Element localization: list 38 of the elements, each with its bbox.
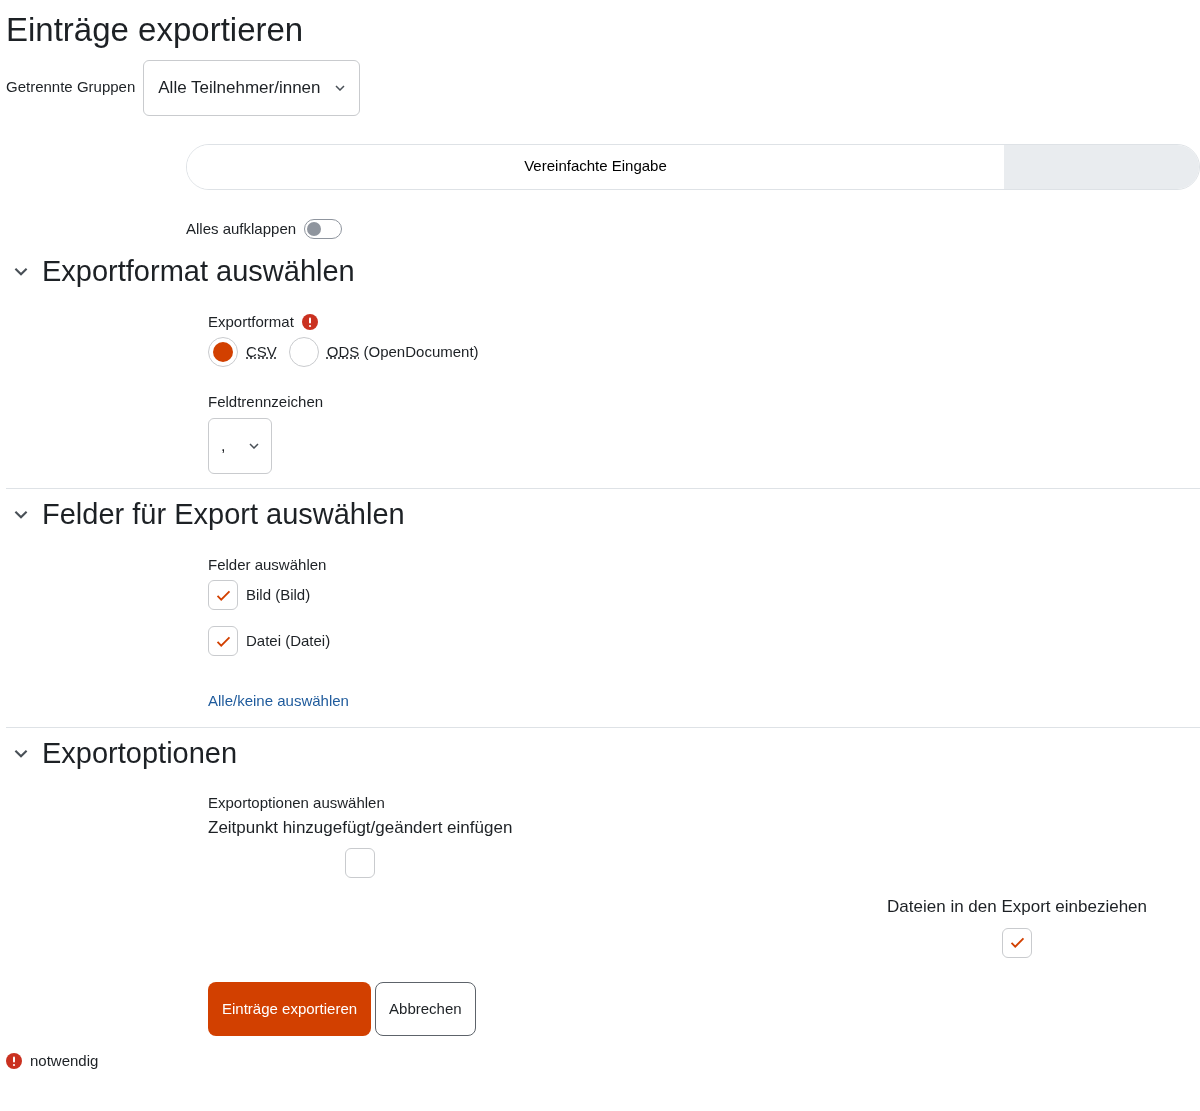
- field-label: Exportoptionen auswählen: [208, 793, 386, 814]
- select-all-link[interactable]: Alle/keine auswählen: [208, 690, 349, 713]
- checkbox[interactable]: [208, 626, 238, 657]
- option-label: Zeitpunkt hinzugefügt/geändert einfügen: [208, 817, 513, 839]
- chevron-down-icon[interactable]: [14, 509, 28, 519]
- radio-label: CSV: [246, 342, 277, 363]
- checkbox[interactable]: [1002, 928, 1033, 958]
- section-title: Exportformat auswählen: [42, 254, 355, 289]
- group-label: Getrennte Gruppen: [6, 77, 136, 98]
- field-label: Exportformat: [208, 311, 294, 332]
- check-icon: [1009, 937, 1025, 949]
- export-button[interactable]: Einträge exportieren: [208, 982, 372, 1036]
- caret-icon: [334, 84, 345, 91]
- expand-all-switch[interactable]: [304, 218, 343, 239]
- radio-button[interactable]: [288, 337, 319, 368]
- page-title: Einträge exportieren: [6, 10, 305, 50]
- checkbox[interactable]: [345, 848, 376, 879]
- checkbox-label: Datei (Datei): [246, 630, 331, 651]
- chevron-down-icon[interactable]: [14, 748, 28, 758]
- radio-label: ODS (OpenDocument): [326, 342, 479, 363]
- required-note: notwendig: [30, 1051, 99, 1071]
- checkbox[interactable]: [208, 580, 238, 611]
- expand-all-label: Alles aufklappen: [186, 218, 297, 239]
- delimiter-select[interactable]: ,: [208, 417, 272, 474]
- chevron-down-icon[interactable]: [14, 267, 28, 276]
- check-icon: [215, 589, 231, 601]
- caret-icon: [249, 442, 259, 449]
- option-label: Dateien in den Export einbeziehen: [887, 896, 1147, 919]
- radio-button[interactable]: [208, 337, 238, 368]
- cancel-button[interactable]: Abbrechen: [375, 982, 476, 1036]
- check-icon: [215, 635, 231, 647]
- delimiter-label: Feldtrennzeichen: [208, 392, 325, 413]
- checkbox-label: Bild (Bild): [246, 584, 311, 605]
- group-select[interactable]: Alle Teilnehmer/innen: [143, 59, 360, 116]
- section-title: Exportoptionen: [42, 735, 238, 771]
- field-label: Felder auswählen: [208, 554, 328, 575]
- section-title: Felder für Export auswählen: [42, 496, 405, 532]
- required-icon: [6, 1053, 22, 1070]
